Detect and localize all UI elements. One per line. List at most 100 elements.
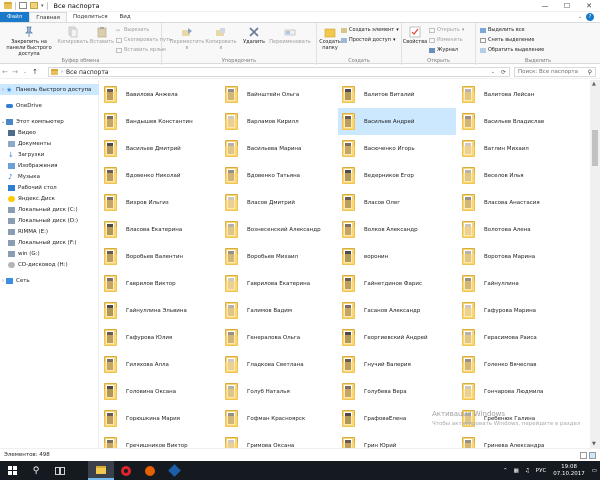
folder-item[interactable]: Гафурова Юлия	[100, 324, 218, 351]
tab-home[interactable]: Главная	[29, 12, 67, 22]
folder-item[interactable]: Валитов Виталий	[338, 81, 456, 108]
scroll-down-icon[interactable]: ▼	[592, 441, 596, 447]
folder-item[interactable]: Ватлин Михаил	[458, 135, 576, 162]
search-input[interactable]: Поиск: Все паспорта ⚲	[514, 67, 596, 77]
nav-item-drive-c[interactable]: Локальный диск (C:)	[0, 204, 99, 215]
folder-item[interactable]: Гаврилов Виктор	[100, 270, 218, 297]
nav-item-this-pc[interactable]: ⌄ Этот компьютер	[0, 116, 99, 127]
folder-item[interactable]: Гнучий Валерия	[338, 351, 456, 378]
folder-item[interactable]: Георгиевский Андрей	[338, 324, 456, 351]
folder-item[interactable]: Власов Дмитрий	[221, 189, 339, 216]
folder-item[interactable]: Гофман Красноярск	[221, 405, 339, 432]
properties-button[interactable]: Свойства	[403, 26, 427, 45]
scrollbar-thumb[interactable]	[592, 130, 598, 166]
folder-item[interactable]: Власова Анастасия	[458, 189, 576, 216]
folder-item[interactable]: Гиляхова Алла	[100, 351, 218, 378]
paste-button[interactable]: Вставить	[90, 26, 114, 45]
help-icon[interactable]: ?	[586, 13, 594, 21]
folder-item[interactable]: Гасанов Александр	[338, 297, 456, 324]
folder-item[interactable]: Васильев Андрей	[338, 108, 456, 135]
forward-arrow-icon[interactable]: →	[10, 68, 20, 76]
address-path[interactable]: Все паспорта	[66, 69, 109, 76]
folder-item[interactable]: Вандышев Константин	[100, 108, 218, 135]
chevron-up-icon[interactable]: ⌃	[503, 468, 508, 474]
copy-button[interactable]: Копировать	[57, 26, 89, 45]
folder-item[interactable]: Вайнштейн Ольга	[221, 81, 339, 108]
nav-item-onedrive[interactable]: OneDrive	[0, 100, 99, 111]
notifications-icon[interactable]: ▭	[592, 468, 597, 474]
move-to-button[interactable]: Переместить в	[170, 26, 204, 51]
folder-item[interactable]: Грин Юрий	[338, 432, 456, 448]
folder-item[interactable]: Гайнуллина	[458, 270, 576, 297]
folder-item[interactable]: Гафурова Марина	[458, 297, 576, 324]
chevron-down-icon[interactable]: ⌄	[578, 14, 582, 20]
search-icon[interactable]: ⚲	[588, 69, 592, 76]
folder-item[interactable]: Васильев Владислав	[458, 108, 576, 135]
folder-item[interactable]: воронин	[338, 243, 456, 270]
new-folder-icon[interactable]	[30, 2, 38, 9]
recent-locations-chevron-icon[interactable]: ⌄	[20, 69, 30, 75]
folder-item[interactable]: Гречишников Виктор	[100, 432, 218, 448]
network-tray-icon[interactable]: ▦	[514, 468, 519, 474]
folder-item[interactable]: Воробьев Михаил	[221, 243, 339, 270]
history-button[interactable]: Журнал	[429, 47, 458, 53]
folder-item[interactable]: Герасимова Раиса	[458, 324, 576, 351]
minimize-button[interactable]: —	[534, 0, 556, 12]
new-folder-button[interactable]: Создать папку	[319, 26, 341, 51]
folder-item[interactable]: Гайнуллина Эльвина	[100, 297, 218, 324]
opera-browser-icon[interactable]	[114, 461, 138, 480]
nav-item-video[interactable]: Видео	[0, 127, 99, 138]
file-explorer-taskbar-icon[interactable]	[88, 461, 114, 480]
up-arrow-icon[interactable]: ↑	[30, 68, 40, 76]
edit-button[interactable]: Изменить	[429, 37, 463, 43]
chevron-down-icon[interactable]: ⌄	[491, 69, 495, 75]
nav-item-pictures[interactable]: Изображения	[0, 160, 99, 171]
details-view-icon[interactable]	[580, 452, 587, 459]
folder-item[interactable]: Галимов Вадим	[221, 297, 339, 324]
nav-item-drive-g[interactable]: win (G:)	[0, 248, 99, 259]
folder-item[interactable]: Гайнетдинов Фарис	[338, 270, 456, 297]
folder-item[interactable]: Васильева Марина	[221, 135, 339, 162]
tab-view[interactable]: Вид	[114, 12, 137, 22]
language-indicator[interactable]: РУС	[536, 468, 547, 474]
chevron-right-icon[interactable]: ›	[61, 69, 63, 75]
rename-button[interactable]: Переименовать	[268, 26, 312, 45]
folder-item[interactable]: Гладкова Светлана	[221, 351, 339, 378]
nav-item-cd-drive-h[interactable]: CD-дисковод (H:)	[0, 259, 99, 270]
folder-item[interactable]: Вознесенский Александр	[221, 216, 339, 243]
folder-item[interactable]: Голуб Наталья	[221, 378, 339, 405]
nav-item-music[interactable]: ♪ Музыка	[0, 171, 99, 182]
folder-item[interactable]: Гончарова Людмила	[458, 378, 576, 405]
nav-item-quick-access[interactable]: › ★ Панель быстрого доступа	[0, 84, 99, 95]
copy-to-button[interactable]: Копировать в	[205, 26, 237, 51]
nav-item-drive-e[interactable]: RIMMA (E:)	[0, 226, 99, 237]
folder-item[interactable]: Веселов Илья	[458, 162, 576, 189]
paste-shortcut-button[interactable]: Вставить ярлык	[116, 47, 166, 53]
folder-item[interactable]: Волотова Алена	[458, 216, 576, 243]
folder-item[interactable]: Воробьев Валентин	[100, 243, 218, 270]
vertical-scrollbar[interactable]: ▲ ▼	[590, 80, 600, 448]
folder-item[interactable]: Ведерников Егор	[338, 162, 456, 189]
easy-access-button[interactable]: Простой доступ ▾	[341, 37, 395, 43]
refresh-icon[interactable]: ⟳	[501, 69, 506, 76]
folder-item[interactable]: Волков Александр	[338, 216, 456, 243]
large-icons-view-icon[interactable]	[589, 452, 596, 459]
folder-item[interactable]: Горюшкина Мария	[100, 405, 218, 432]
folder-item[interactable]: Гаврилова Екатерина	[221, 270, 339, 297]
select-all-button[interactable]: Выделить все	[480, 27, 525, 33]
close-button[interactable]: ✕	[578, 0, 600, 12]
task-view-icon[interactable]	[48, 461, 72, 480]
folder-item[interactable]: Варламов Кирилл	[221, 108, 339, 135]
address-bar[interactable]: › Все паспорта ⌄ ⟳	[48, 67, 510, 77]
folder-item[interactable]: Васильев Дмитрий	[100, 135, 218, 162]
folder-item[interactable]: Власова Екатерина	[100, 216, 218, 243]
scroll-up-icon[interactable]: ▲	[592, 81, 596, 87]
tab-share[interactable]: Поделиться	[67, 12, 114, 22]
folder-item[interactable]: Вавилова Анжела	[100, 81, 218, 108]
folder-item[interactable]: Головина Оксана	[100, 378, 218, 405]
invert-selection-button[interactable]: Обратить выделение	[480, 47, 544, 53]
folder-item[interactable]: Генералова Ольга	[221, 324, 339, 351]
tab-file[interactable]: Файл	[0, 12, 30, 22]
delete-button[interactable]: Удалить	[242, 26, 266, 45]
nav-item-documents[interactable]: Документы	[0, 138, 99, 149]
